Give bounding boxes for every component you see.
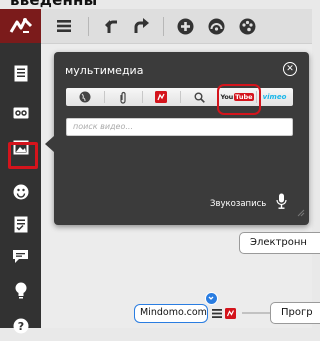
multimedia-popup: мультимедиа ✕ You Tube vimeo поиск видео.… [45,52,309,225]
top-toolbar [41,9,312,44]
smiley-icon[interactable] [0,177,41,207]
resize-grip-icon[interactable] [297,202,305,221]
top-cropped-text: введенны [10,0,98,9]
node-electron[interactable]: Электронн [239,232,320,254]
popup-title: мультимедиа [65,64,144,77]
help-icon[interactable]: ? [0,311,41,341]
checklist-icon[interactable] [0,209,41,239]
vimeo-tab[interactable]: vimeo [256,88,293,106]
logo-icon[interactable] [0,9,41,43]
attachment-icon[interactable] [104,88,142,106]
link-icon[interactable] [0,98,41,128]
node-add-handle[interactable] [205,292,218,305]
audio-record-label[interactable]: Звукозапись [210,199,266,209]
youtube-tab-highlight [217,84,261,115]
toolbar-separator [88,17,89,36]
node-program[interactable]: Прогр [270,302,320,324]
notes-icon[interactable] [211,308,222,319]
undo-icon[interactable] [101,9,125,43]
left-sidebar: ? [0,9,41,334]
red-logo-icon[interactable] [142,88,180,106]
comment-icon[interactable] [0,241,41,271]
active-item-highlight [8,142,38,169]
popup-pointer [45,136,54,152]
node-icons [211,308,236,319]
palette-icon[interactable] [236,9,258,43]
document-icon[interactable] [0,58,41,88]
search-placeholder: поиск видео... [73,122,133,131]
idea-icon[interactable] [0,275,41,305]
speedometer-icon[interactable] [205,9,227,43]
search-icon[interactable] [180,88,218,106]
mindomo-link-icon[interactable] [225,308,236,319]
close-icon[interactable]: ✕ [283,62,297,76]
svg-text:?: ? [17,320,23,333]
microphone-icon[interactable] [276,193,287,214]
toolbar-separator [163,17,164,36]
video-search-input[interactable]: поиск видео... [66,118,293,136]
redo-icon[interactable] [129,9,153,43]
menu-icon[interactable] [54,9,74,43]
add-icon[interactable] [174,9,196,43]
globe-icon[interactable] [66,88,104,106]
node-mindomo[interactable]: Mindomo.com [134,304,208,323]
